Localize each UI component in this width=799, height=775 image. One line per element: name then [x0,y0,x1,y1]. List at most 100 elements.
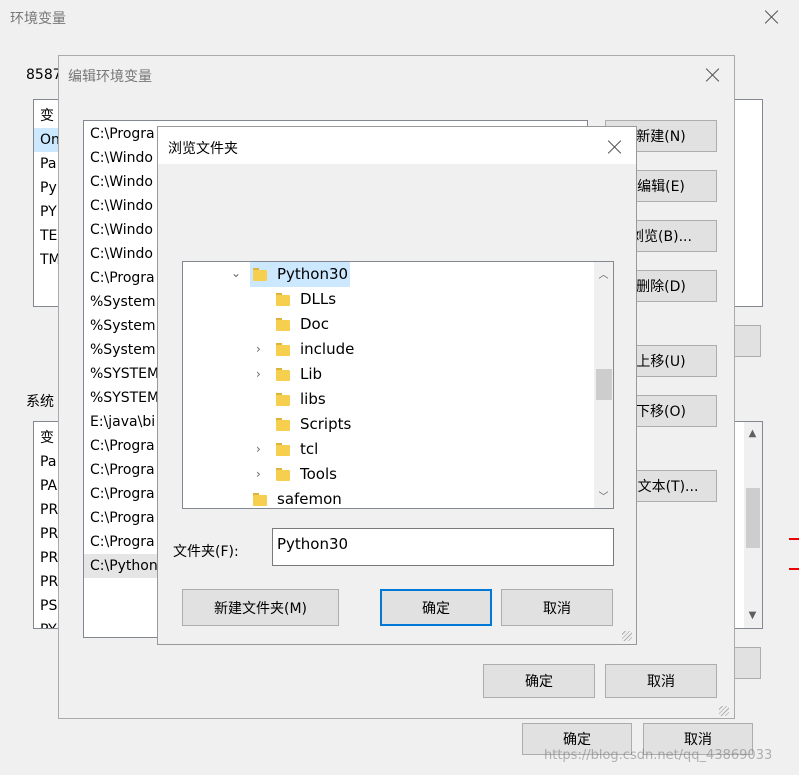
system-var-row[interactable]: PY [40,618,57,628]
edit-window-title: 编辑环境变量 [68,69,152,85]
red-mark [789,568,799,570]
folder-tree[interactable]: ⌄ Python30 DLLs Doc › include › Lib libs… [182,261,614,509]
path-row[interactable]: C:\Progra [90,266,155,290]
tree-item-lib[interactable]: Lib [273,362,423,387]
folder-field-label: 文件夹(F): [173,544,239,560]
system-var-row[interactable]: PA [40,474,57,498]
system-var-row[interactable]: Pa [40,450,56,474]
user-var-row[interactable]: PY [40,200,57,224]
path-row[interactable]: E:\java\bi [90,410,155,434]
path-row[interactable]: C:\Progra [90,482,155,506]
folder-icon [276,343,290,357]
watermark: https://blog.csdn.net/qq_43869033 [544,748,773,763]
system-var-row[interactable]: PR [40,522,58,546]
browse-dialog-close-icon[interactable] [607,139,623,155]
user-var-row[interactable]: Py [40,176,57,200]
folder-name-value: Python30 [277,535,349,553]
system-var-row[interactable]: PR [40,570,58,594]
system-section-label: 系统 [26,394,54,410]
folder-icon [276,393,290,407]
edit-ok-button[interactable]: 确定 [483,664,595,698]
folder-tree-scrollbar[interactable]: ︿ ﹀ [594,262,613,508]
folder-icon [276,468,290,482]
path-row[interactable]: C:\Windo [90,170,153,194]
folder-icon [276,293,290,307]
tree-item-label: Doc [300,315,329,333]
tree-item-label: Tools [300,465,337,483]
tree-item-label: Scripts [300,415,352,433]
tree-item-label: Lib [300,365,323,383]
tree-item-label: libs [300,390,326,408]
env-window-close-icon[interactable] [764,9,780,25]
system-vars-scrollbar[interactable]: ▲ ▼ [744,422,762,628]
folder-icon [276,418,290,432]
tree-item-label: include [300,340,355,358]
path-row[interactable]: %System [90,338,156,362]
system-var-row[interactable]: PR [40,498,58,522]
scrollbar-thumb[interactable] [596,369,612,400]
scroll-down-icon[interactable]: ﹀ [595,488,612,503]
user-section-label: 8587 [26,67,62,83]
scroll-down-icon[interactable]: ▼ [744,610,761,621]
tree-item-doc[interactable]: Doc [273,312,423,337]
path-row[interactable]: %System [90,290,156,314]
path-row[interactable]: C:\Progra [90,122,155,146]
env-system-side-button[interactable] [733,647,761,679]
scroll-up-icon[interactable]: ︿ [595,266,612,281]
system-var-row[interactable]: 变 [40,426,54,450]
browse-dialog-titlebar: 浏览文件夹 [158,127,636,164]
folder-icon [276,318,290,332]
user-var-row[interactable]: TE [40,224,57,248]
tree-item-label: safemon [277,490,342,508]
path-row[interactable]: %SYSTEM [90,386,159,410]
tree-item-label: tcl [300,440,319,458]
browse-cancel-button[interactable]: 取消 [501,589,613,626]
user-var-row[interactable]: Pa [40,152,56,176]
path-row[interactable]: C:\Windo [90,218,153,242]
path-row[interactable]: C:\Windo [90,146,153,170]
chevron-right-icon[interactable]: › [256,367,261,381]
new-folder-button[interactable]: 新建文件夹(M) [182,589,339,626]
tree-item-label: Python30 [277,265,349,283]
path-row[interactable]: C:\Windo [90,194,153,218]
env-user-side-button[interactable] [733,325,761,357]
env-window-title: 环境变量 [10,11,66,27]
browse-folder-dialog: 浏览文件夹 ⌄ Python30 DLLs Doc › include › Li… [157,126,637,645]
path-row[interactable]: %SYSTEM [90,362,159,386]
tree-item-dlls[interactable]: DLLs [273,287,423,312]
tree-item-tools[interactable]: Tools [273,462,423,487]
chevron-down-icon[interactable]: ⌄ [231,266,241,280]
folder-icon [253,493,267,507]
path-row[interactable]: C:\Progra [90,506,155,530]
path-row[interactable]: C:\Windo [90,242,153,266]
path-row[interactable]: %System [90,314,156,338]
resize-grip-icon[interactable] [622,631,632,641]
browse-ok-button[interactable]: 确定 [380,589,492,626]
folder-icon [253,268,267,282]
user-var-row[interactable]: 变 [40,104,54,128]
tree-item-python30[interactable]: Python30 [250,262,350,287]
chevron-right-icon[interactable]: › [256,442,261,456]
red-mark [789,538,799,540]
folder-name-input[interactable]: Python30 [272,528,614,566]
scroll-up-icon[interactable]: ▲ [744,428,761,439]
tree-item-include[interactable]: include [273,337,423,362]
tree-item-tcl[interactable]: tcl [273,437,423,462]
system-var-row[interactable]: PR [40,546,58,570]
chevron-right-icon[interactable]: › [256,342,261,356]
browse-dialog-title: 浏览文件夹 [168,141,238,157]
edit-window-close-icon[interactable] [705,67,721,83]
path-row[interactable]: C:\Progra [90,458,155,482]
folder-icon [276,368,290,382]
path-row[interactable]: C:\Progra [90,530,155,554]
tree-item-libs[interactable]: libs [273,387,423,412]
edit-cancel-button[interactable]: 取消 [605,664,717,698]
tree-item-safemon[interactable]: safemon [250,487,400,508]
path-row[interactable]: C:\Progra [90,434,155,458]
system-var-row[interactable]: PS [40,594,57,618]
resize-grip-icon[interactable] [719,706,729,716]
folder-icon [276,443,290,457]
chevron-right-icon[interactable]: › [256,467,261,481]
tree-item-scripts[interactable]: Scripts [273,412,423,437]
scrollbar-thumb[interactable] [746,488,760,548]
